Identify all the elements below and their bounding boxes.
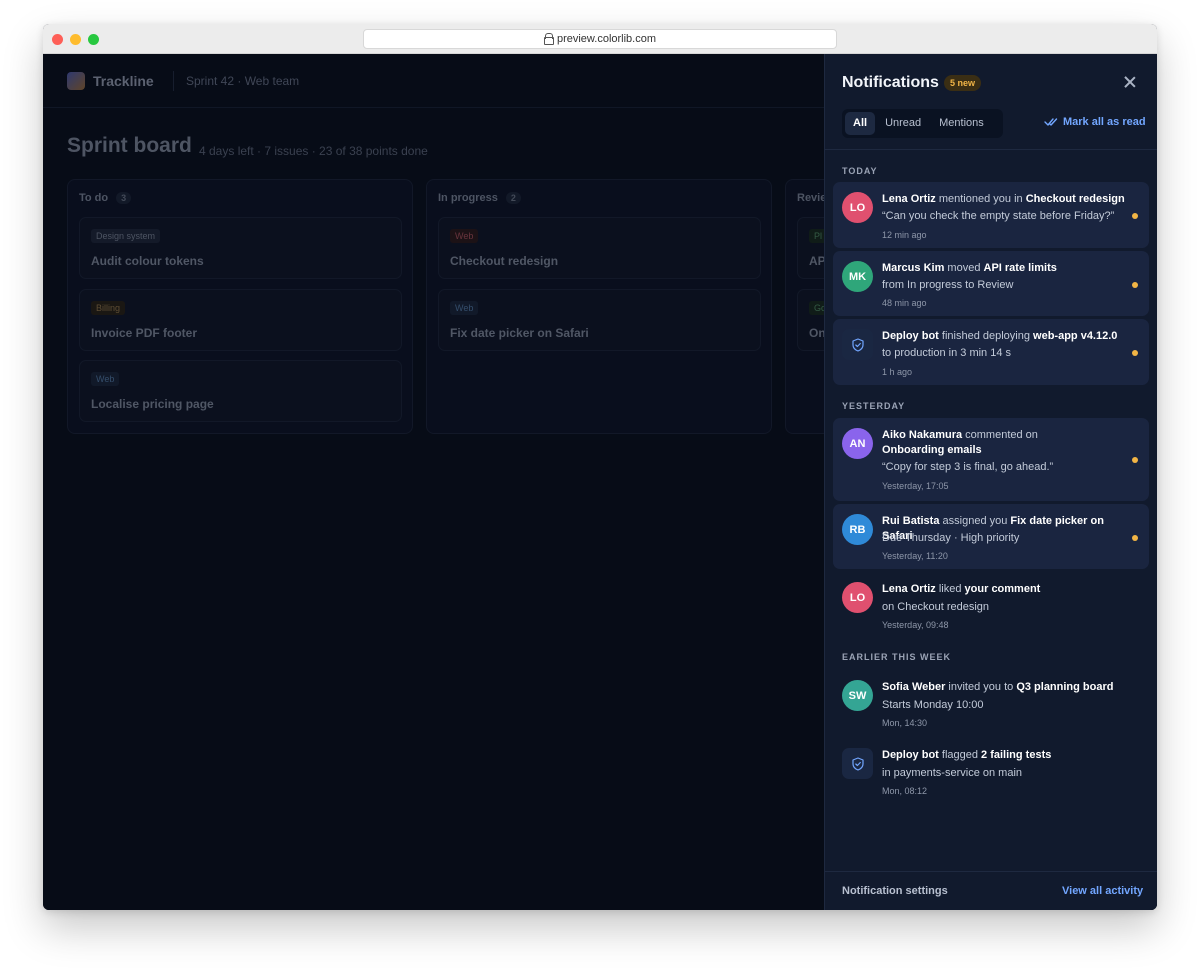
unread-dot bbox=[1132, 350, 1138, 356]
action-verb: liked bbox=[935, 583, 965, 595]
notification-text: Lena Ortiz liked your comment bbox=[882, 582, 1132, 597]
avatar: AN bbox=[842, 428, 873, 459]
notification-detail: “Copy for step 3 is final, go ahead.” bbox=[882, 461, 1054, 473]
action-verb: moved bbox=[944, 262, 984, 274]
browser-window: preview.colorlib.com Trackline Sprint 42… bbox=[43, 24, 1157, 910]
target-link[interactable]: your comment bbox=[965, 583, 1041, 595]
section-earlier-this-week: EARLIER THIS WEEK bbox=[842, 652, 952, 662]
notification-detail: Due Thursday · High priority bbox=[882, 532, 1020, 544]
maximize-window-button[interactable] bbox=[88, 34, 99, 45]
timestamp: Yesterday, 17:05 bbox=[882, 481, 949, 491]
notification-text: Lena Ortiz mentioned you in Checkout red… bbox=[882, 192, 1132, 207]
timestamp: Yesterday, 11:20 bbox=[882, 551, 948, 561]
target-link[interactable]: Q3 planning board bbox=[1016, 681, 1113, 693]
unread-dot bbox=[1132, 457, 1138, 463]
avatar: MK bbox=[842, 261, 873, 292]
avatar: RB bbox=[842, 514, 873, 545]
notification-detail: on Checkout redesign bbox=[882, 601, 990, 613]
timestamp: Mon, 14:30 bbox=[882, 718, 928, 728]
notification-text: Deploy bot flagged 2 failing tests bbox=[882, 748, 1132, 763]
unread-dot bbox=[1132, 282, 1138, 288]
actor-name: Lena Ortiz bbox=[882, 583, 936, 595]
notification-item[interactable]: RB Rui Batista assigned you Fix date pic… bbox=[833, 504, 1149, 569]
actor-name: Aiko Nakamura bbox=[882, 429, 963, 441]
action-verb: assigned you bbox=[939, 515, 1011, 527]
double-check-icon bbox=[1044, 118, 1058, 126]
notifications-panel: Notifications 5 new All Unread Mentions … bbox=[824, 54, 1157, 910]
avatar: SW bbox=[842, 680, 873, 711]
timestamp: 1 h ago bbox=[882, 367, 913, 377]
notification-item[interactable]: Deploy bot flagged 2 failing tests in pa… bbox=[833, 738, 1149, 804]
actor-name: Deploy bot bbox=[882, 749, 939, 761]
action-verb: commented on bbox=[962, 429, 1038, 441]
avatar: LO bbox=[842, 192, 873, 223]
timestamp: Yesterday, 09:48 bbox=[882, 620, 949, 630]
target-link[interactable]: Onboarding emails bbox=[882, 444, 982, 456]
browser-chrome: preview.colorlib.com bbox=[43, 24, 1157, 54]
actor-name: Lena Ortiz bbox=[882, 193, 936, 205]
unread-dot bbox=[1132, 213, 1138, 219]
notification-item[interactable]: MK Marcus Kim moved API rate limits from… bbox=[833, 251, 1149, 316]
notification-detail: “Can you check the empty state before Fr… bbox=[882, 210, 1115, 222]
bot-avatar bbox=[842, 329, 873, 360]
avatar: LO bbox=[842, 582, 873, 613]
close-window-button[interactable] bbox=[52, 34, 63, 45]
notification-detail: in payments-service on main bbox=[882, 767, 1023, 779]
filter-tabs: All Unread Mentions bbox=[842, 109, 1003, 138]
notification-detail: to production in 3 min 14 s bbox=[882, 347, 1012, 359]
notification-text: Deploy bot finished deploying web-app v4… bbox=[882, 329, 1132, 344]
divider bbox=[825, 871, 1157, 872]
actor-name: Marcus Kim bbox=[882, 262, 945, 274]
url-text: preview.colorlib.com bbox=[556, 33, 657, 45]
tab-all[interactable]: All bbox=[845, 112, 876, 135]
notification-item[interactable]: Deploy bot finished deploying web-app v4… bbox=[833, 319, 1149, 385]
target-link[interactable]: web-app v4.12.0 bbox=[1033, 330, 1117, 342]
target-link[interactable]: 2 failing tests bbox=[981, 749, 1051, 761]
shield-check-icon bbox=[851, 337, 864, 352]
action-verb: finished deploying bbox=[938, 330, 1034, 342]
section-today: TODAY bbox=[842, 166, 878, 176]
lock-icon bbox=[543, 33, 554, 45]
panel-backdrop[interactable] bbox=[43, 54, 824, 910]
view-all-activity-link[interactable]: View all activity bbox=[1062, 885, 1143, 897]
notification-item[interactable]: LO Lena Ortiz liked your comment on Chec… bbox=[833, 572, 1149, 638]
mark-all-label: Mark all as read bbox=[1063, 116, 1146, 128]
timestamp: Mon, 08:12 bbox=[882, 786, 928, 796]
unread-dot bbox=[1132, 535, 1138, 541]
address-bar[interactable]: preview.colorlib.com bbox=[363, 29, 837, 49]
new-count-badge: 5 new bbox=[944, 75, 982, 91]
notification-item[interactable]: SW Sofia Weber invited you to Q3 plannin… bbox=[833, 670, 1149, 736]
minimize-window-button[interactable] bbox=[70, 34, 81, 45]
close-icon[interactable] bbox=[1122, 74, 1138, 90]
action-verb: mentioned you in bbox=[935, 193, 1026, 205]
app: Trackline Sprint 42 · Web team Sprint bo… bbox=[43, 54, 1157, 910]
actor-name: Sofia Weber bbox=[882, 681, 946, 693]
panel-title: Notifications bbox=[842, 74, 939, 91]
timestamp: 48 min ago bbox=[882, 298, 927, 308]
target-link[interactable]: Checkout redesign bbox=[1026, 193, 1125, 205]
notification-item[interactable]: AN Aiko Nakamura commented on Onboarding… bbox=[833, 418, 1149, 501]
actor-name: Rui Batista bbox=[882, 515, 940, 527]
mark-all-read-button[interactable]: Mark all as read bbox=[1044, 116, 1146, 128]
actor-name: Deploy bot bbox=[882, 330, 939, 342]
notification-item[interactable]: LO Lena Ortiz mentioned you in Checkout … bbox=[833, 182, 1149, 248]
section-yesterday: YESTERDAY bbox=[842, 401, 906, 411]
notification-settings-link[interactable]: Notification settings bbox=[842, 885, 948, 897]
target-link[interactable]: API rate limits bbox=[984, 262, 1057, 274]
action-verb: flagged bbox=[938, 749, 982, 761]
divider bbox=[825, 149, 1157, 150]
shield-check-icon bbox=[851, 756, 864, 771]
bot-avatar bbox=[842, 748, 873, 779]
notification-detail: Starts Monday 10:00 bbox=[882, 699, 984, 711]
timestamp: 12 min ago bbox=[882, 230, 927, 240]
tab-mentions[interactable]: Mentions bbox=[931, 112, 992, 135]
notification-detail: from In progress to Review bbox=[882, 279, 1014, 291]
action-verb: invited you to bbox=[945, 681, 1017, 693]
notification-text: Marcus Kim moved API rate limits bbox=[882, 261, 1132, 276]
tab-unread[interactable]: Unread bbox=[877, 112, 929, 135]
notification-text: Aiko Nakamura commented on Onboarding em… bbox=[882, 428, 1082, 458]
notification-text: Sofia Weber invited you to Q3 planning b… bbox=[882, 680, 1132, 695]
